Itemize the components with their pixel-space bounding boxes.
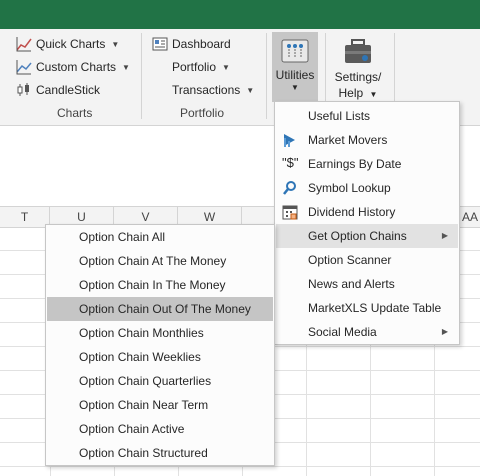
submenu-item-label: Option Chain Out Of The Money xyxy=(79,302,251,316)
menu-item-get-option-chains[interactable]: Get Option Chains ▶ xyxy=(276,224,458,248)
chevron-right-icon: ▶ xyxy=(441,231,448,240)
menu-item-useful-lists[interactable]: Useful Lists xyxy=(276,104,458,128)
submenu-item-quarterlies[interactable]: Option Chain Quarterlies xyxy=(47,369,273,393)
magnifier-icon xyxy=(282,180,298,196)
submenu-item-label: Option Chain Near Term xyxy=(79,398,209,412)
submenu-item-option-chain-all[interactable]: Option Chain All xyxy=(47,225,273,249)
submenu-item-label: Option Chain In The Money xyxy=(79,278,226,292)
submenu-item-active[interactable]: Option Chain Active xyxy=(47,417,273,441)
help-label: Help xyxy=(338,86,364,100)
submenu-item-label: Option Chain Structured xyxy=(79,446,208,460)
chevron-right-icon: ▶ xyxy=(441,327,448,336)
portfolio-group-label: Portfolio xyxy=(180,106,225,120)
submenu-item-label: Option Chain All xyxy=(79,230,166,244)
menu-item-label: Earnings By Date xyxy=(308,157,402,171)
group-divider xyxy=(141,33,142,119)
settings-label: Settings/ xyxy=(334,70,382,84)
custom-chart-icon xyxy=(16,59,32,75)
menu-item-option-scanner[interactable]: Option Scanner xyxy=(276,248,458,272)
custom-charts-label: Custom Charts xyxy=(36,60,117,74)
utilities-button[interactable]: Utilities ▼ xyxy=(272,32,318,102)
quick-charts-button[interactable]: Quick Charts ▼ xyxy=(16,34,119,54)
dollar-quote-icon: "$" xyxy=(282,155,299,170)
dashboard-icon xyxy=(152,36,168,52)
menu-item-news-and-alerts[interactable]: News and Alerts xyxy=(276,272,458,296)
menu-item-label: Symbol Lookup xyxy=(308,181,391,195)
settings-help-button[interactable]: Settings/ Help ▼ xyxy=(332,32,384,103)
menu-item-label: Social Media xyxy=(308,325,377,339)
transactions-button[interactable]: Transactions ▼ xyxy=(172,80,254,100)
submenu-item-at-the-money[interactable]: Option Chain At The Money xyxy=(47,249,273,273)
chevron-down-icon: ▼ xyxy=(369,90,378,99)
portfolio-label: Portfolio xyxy=(172,60,217,74)
menu-item-label: Dividend History xyxy=(308,205,396,219)
menu-item-symbol-lookup[interactable]: Symbol Lookup xyxy=(276,176,458,200)
submenu-item-label: Option Chain Monthlies xyxy=(79,326,204,340)
menu-item-label: Market Movers xyxy=(308,133,388,147)
dashboard-label: Dashboard xyxy=(172,37,231,51)
dashboard-button[interactable]: Dashboard xyxy=(152,34,231,54)
utilities-label: Utilities xyxy=(275,68,315,82)
chevron-down-icon: ▼ xyxy=(111,39,120,49)
market-movers-icon xyxy=(282,132,298,148)
line-chart-icon xyxy=(16,36,32,52)
menu-item-earnings-by-date[interactable]: "$" Earnings By Date xyxy=(276,152,458,176)
candlestick-icon xyxy=(16,82,32,98)
submenu-item-label: Option Chain At The Money xyxy=(79,254,227,268)
chevron-down-icon: ▼ xyxy=(222,62,230,72)
submenu-item-weeklies[interactable]: Option Chain Weeklies xyxy=(47,345,273,369)
chevron-down-icon: ▼ xyxy=(246,85,255,95)
submenu-item-structured[interactable]: Option Chain Structured xyxy=(47,441,273,465)
menu-item-market-movers[interactable]: Market Movers xyxy=(276,128,458,152)
utilities-icon xyxy=(280,38,310,67)
menu-item-social-media[interactable]: Social Media ▶ xyxy=(276,320,458,344)
option-chain-submenu: Option Chain All Option Chain At The Mon… xyxy=(45,224,275,466)
chevron-down-icon: ▼ xyxy=(122,62,130,72)
charts-group-label: Charts xyxy=(57,106,93,120)
column-header-t[interactable]: T xyxy=(0,207,50,227)
menu-item-label: MarketXLS Update Table xyxy=(308,301,442,315)
custom-charts-button[interactable]: Custom Charts ▼ xyxy=(16,57,130,77)
transactions-label: Transactions xyxy=(172,83,241,97)
calendar-icon xyxy=(282,204,298,220)
submenu-item-label: Option Chain Quarterlies xyxy=(79,374,212,388)
menu-item-marketxls-update-table[interactable]: MarketXLS Update Table xyxy=(276,296,458,320)
submenu-item-monthlies[interactable]: Option Chain Monthlies xyxy=(47,321,273,345)
submenu-item-label: Option Chain Active xyxy=(79,422,185,436)
menu-item-label: Get Option Chains xyxy=(308,229,407,243)
utilities-menu: Useful Lists Market Movers "$" Earnings … xyxy=(274,101,460,345)
submenu-item-in-the-money[interactable]: Option Chain In The Money xyxy=(47,273,273,297)
group-divider xyxy=(266,33,267,119)
quick-charts-label: Quick Charts xyxy=(36,37,106,51)
toolbox-icon xyxy=(343,38,373,69)
candlestick-button[interactable]: CandleStick xyxy=(16,80,100,100)
submenu-item-out-of-the-money[interactable]: Option Chain Out Of The Money xyxy=(47,297,273,321)
menu-item-dividend-history[interactable]: Dividend History xyxy=(276,200,458,224)
menu-item-label: Useful Lists xyxy=(308,109,371,123)
submenu-item-label: Option Chain Weeklies xyxy=(79,350,201,364)
menu-item-label: Option Scanner xyxy=(308,253,392,267)
chevron-down-icon: ▼ xyxy=(291,83,299,92)
portfolio-button[interactable]: Portfolio ▼ xyxy=(172,57,230,77)
title-bar xyxy=(0,0,480,29)
submenu-item-near-term[interactable]: Option Chain Near Term xyxy=(47,393,273,417)
menu-item-label: News and Alerts xyxy=(308,277,395,291)
candlestick-label: CandleStick xyxy=(36,83,101,97)
